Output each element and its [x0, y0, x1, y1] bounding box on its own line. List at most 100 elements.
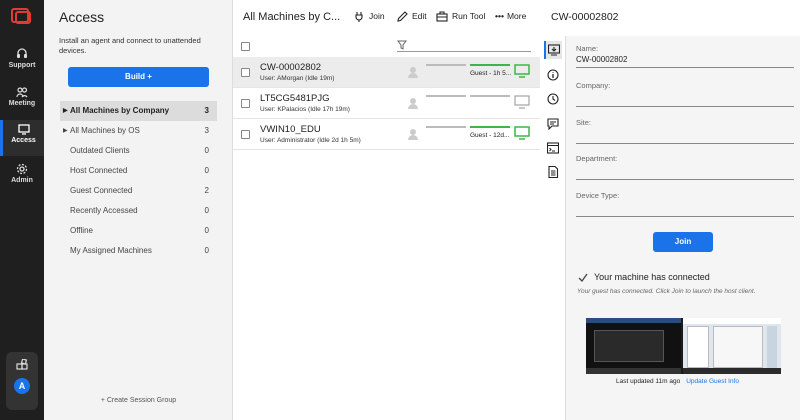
join-button[interactable]: Join — [653, 232, 713, 252]
host-person-icon — [408, 67, 418, 78]
edit-toolbar-button[interactable]: Edit — [397, 11, 427, 22]
rail-item-label: Meeting — [8, 100, 36, 107]
terminal-icon — [546, 142, 560, 154]
avatar[interactable]: A — [14, 378, 30, 394]
tab-messages[interactable] — [544, 115, 562, 133]
session-group-count: 0 — [204, 146, 209, 155]
row-checkbox[interactable] — [241, 130, 250, 139]
screen-download-icon — [547, 44, 561, 56]
last-updated-text: Last updated 11m ago — [616, 378, 681, 385]
session-group-item[interactable]: ▶ All Machines by OS 3 — [60, 121, 217, 141]
edit-toolbar-label: Edit — [412, 11, 427, 21]
app-rail: Support Meeting Access Admin A — [0, 0, 44, 420]
select-all-checkbox[interactable] — [241, 42, 250, 51]
session-group-item[interactable]: My Assigned Machines 0 — [60, 241, 217, 261]
access-sidebar: Access Install an agent and connect to u… — [44, 0, 233, 420]
field-label: Device Type: — [576, 191, 620, 200]
guest-screen-thumbnail[interactable] — [586, 318, 781, 374]
machine-name: CW-00002802 — [260, 62, 322, 73]
tab-notes[interactable] — [544, 163, 562, 181]
rail-item-label: Access — [11, 137, 36, 144]
pencil-icon — [397, 11, 408, 22]
session-group-label: All Machines by Company — [70, 106, 170, 115]
more-toolbar-label: More — [506, 11, 527, 21]
last-updated-row: Last updated 11m ago Update Guest Info — [616, 378, 739, 385]
build-button[interactable]: Build + — [68, 67, 209, 87]
machine-name: VWIN10_EDU — [260, 124, 321, 135]
expand-arrow-icon[interactable]: ▶ — [63, 101, 68, 121]
app-logo-icon[interactable] — [10, 7, 32, 25]
session-group-label: Guest Connected — [70, 186, 133, 195]
expand-arrow-icon[interactable]: ▶ — [63, 121, 68, 141]
tab-general[interactable] — [544, 41, 562, 59]
join-toolbar-button[interactable]: Join — [354, 11, 385, 23]
company-field[interactable]: Company: — [576, 81, 794, 107]
rail-item-access[interactable]: Access — [0, 120, 44, 156]
list-header — [233, 36, 540, 56]
run-tool-toolbar-button[interactable]: Run Tool — [436, 11, 485, 22]
sidebar-description: Install an agent and connect to unattend… — [59, 36, 201, 55]
session-group-item[interactable]: Host Connected 0 — [60, 161, 217, 181]
tab-info[interactable] — [544, 66, 562, 84]
people-icon — [16, 87, 28, 98]
rail-item-admin[interactable]: Admin — [0, 160, 44, 196]
field-value[interactable] — [576, 92, 794, 106]
list-title: All Machines by C... — [243, 11, 341, 23]
rail-item-meeting[interactable]: Meeting — [0, 83, 44, 119]
chat-icon — [547, 118, 559, 131]
name-field[interactable]: Name: CW-00002802 — [576, 44, 794, 68]
field-underline — [576, 179, 794, 180]
session-group-item[interactable]: Offline 0 — [60, 221, 217, 241]
session-group-item[interactable]: Recently Accessed 0 — [60, 201, 217, 221]
field-underline — [576, 106, 794, 107]
row-checkbox[interactable] — [241, 99, 250, 108]
session-group-item[interactable]: ▶ All Machines by Company 3 — [60, 101, 217, 121]
session-group-item[interactable]: Outdated Clients 0 — [60, 141, 217, 161]
tab-timeline[interactable] — [544, 90, 562, 108]
field-value[interactable] — [576, 129, 794, 143]
update-guest-info-link[interactable]: Update Guest Info — [686, 378, 739, 385]
rail-bottom-panel: A — [6, 352, 38, 410]
extensions-icon[interactable] — [16, 359, 28, 371]
field-label: Department: — [576, 154, 618, 163]
host-status-bar — [426, 95, 466, 97]
guest-status-text: Guest - 12d... — [470, 132, 510, 139]
guest-status-bar — [470, 64, 510, 66]
table-row[interactable]: VWIN10_EDU User: Administrator (Idle 2d … — [233, 119, 540, 150]
create-session-group-link[interactable]: + Create Session Group — [44, 397, 233, 404]
machine-detail-panel: Name: CW-00002802 Company: Site: Departm… — [566, 36, 800, 420]
field-label: Company: — [576, 81, 611, 90]
filter-icon[interactable] — [397, 40, 407, 50]
row-checkbox[interactable] — [241, 68, 250, 77]
machine-user: User: KPalacios (Idle 17h 19m) — [260, 106, 350, 113]
filter-input[interactable] — [397, 51, 531, 52]
host-status-bar — [426, 64, 466, 66]
field-value[interactable] — [576, 202, 794, 216]
table-row[interactable]: CW-00002802 User: AMorgan (Idle 19m) Gue… — [233, 57, 540, 88]
run-tool-toolbar-label: Run Tool — [452, 11, 486, 21]
rail-item-label: Admin — [11, 177, 33, 184]
guest-status-text: Guest - 1h 5... — [470, 70, 512, 77]
thumbnail-screen-right — [683, 318, 781, 374]
more-toolbar-button[interactable]: ••• More — [495, 11, 526, 21]
field-value[interactable]: CW-00002802 — [576, 55, 794, 67]
session-group-item[interactable]: Guest Connected 2 — [60, 181, 217, 201]
table-row[interactable]: LT5CG5481PJG User: KPalacios (Idle 17h 1… — [233, 88, 540, 119]
connection-note: Your guest has connected. Click Join to … — [577, 288, 756, 295]
checkmark-icon — [578, 273, 588, 283]
session-group-count: 0 — [204, 166, 209, 175]
monitor-offline-icon — [514, 95, 530, 109]
site-field[interactable]: Site: — [576, 118, 794, 144]
session-group-count: 2 — [204, 186, 209, 195]
rail-item-support[interactable]: Support — [0, 45, 44, 81]
toolbox-icon — [436, 11, 448, 22]
session-group-count: 0 — [204, 206, 209, 215]
tab-commands[interactable] — [544, 139, 562, 157]
device-type-field[interactable]: Device Type: — [576, 191, 794, 217]
session-group-label: Outdated Clients — [70, 146, 130, 155]
field-value[interactable] — [576, 165, 794, 179]
machine-list-panel: All Machines by C... Join Edit Run Tool … — [233, 0, 540, 420]
monitor-online-icon — [514, 126, 530, 140]
department-field[interactable]: Department: — [576, 154, 794, 180]
session-group-count: 0 — [204, 246, 209, 255]
